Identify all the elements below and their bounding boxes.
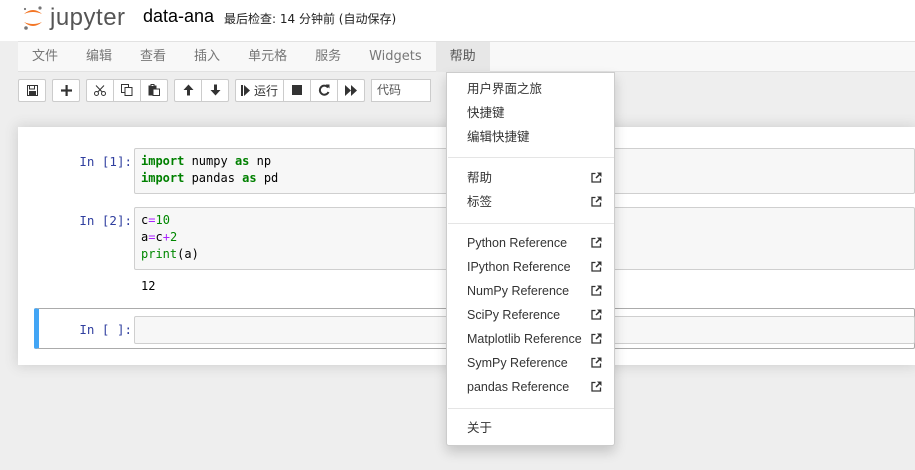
help-menu-item-label: Matplotlib Reference	[467, 332, 582, 346]
code-token: as	[234, 154, 250, 168]
external-link-icon	[591, 333, 602, 344]
jupyter-logo[interactable]: jupyter	[22, 4, 126, 32]
help-menu-item[interactable]: SciPy Reference	[447, 304, 614, 326]
menu-cell[interactable]: 单元格	[234, 42, 301, 72]
paste-icon	[148, 84, 160, 96]
jupyter-logo-icon	[23, 6, 42, 30]
refresh-icon	[318, 84, 330, 96]
help-menu-item[interactable]: 标签	[447, 191, 614, 213]
input-prompt: In [1]:	[79, 154, 132, 169]
step-forward-icon	[241, 84, 250, 96]
help-menu-item[interactable]: pandas Reference	[447, 376, 614, 398]
scissors-icon	[94, 84, 106, 96]
help-menu-item[interactable]: SymPy Reference	[447, 352, 614, 374]
menu-insert[interactable]: 插入	[180, 42, 234, 72]
fast-forward-icon	[345, 84, 358, 96]
menu-widgets[interactable]: Widgets	[355, 42, 436, 72]
menubar: 文件 编辑 查看 插入 单元格 服务 Widgets 帮助	[18, 41, 915, 72]
menu-help[interactable]: 帮助	[435, 42, 490, 72]
menu-divider	[448, 408, 614, 409]
external-link-icon	[591, 196, 602, 207]
code-token: +	[162, 230, 170, 244]
input-prompt: In [ ]:	[79, 322, 132, 337]
code-token: print	[141, 247, 178, 261]
code-token: c	[155, 230, 163, 244]
stop-icon	[292, 85, 303, 95]
checkpoint-status: 最后检查: 14 分钟前 (自动保存)	[224, 12, 397, 26]
external-link-icon	[591, 237, 602, 248]
restart-button[interactable]	[310, 78, 339, 102]
notebook-name[interactable]: data-ana	[143, 6, 214, 27]
logo-text: jupyter	[50, 4, 126, 31]
help-menu-item[interactable]: Matplotlib Reference	[447, 328, 614, 350]
help-menu-item[interactable]: NumPy Reference	[447, 280, 614, 302]
interrupt-button[interactable]	[283, 78, 312, 102]
external-link-icon	[591, 285, 602, 296]
code-token: (a)	[177, 247, 199, 261]
help-menu-item[interactable]: IPython Reference	[447, 256, 614, 278]
help-menu-item[interactable]: 快捷键	[447, 102, 614, 124]
cell-type-select[interactable]: 代码	[371, 78, 432, 102]
arrow-down-icon	[210, 84, 220, 96]
move-up-button[interactable]	[174, 78, 202, 102]
help-menu-item-label: 快捷键	[467, 106, 505, 120]
code-token: pd	[256, 171, 279, 185]
insert-cell-button[interactable]	[52, 78, 80, 102]
save-icon	[26, 84, 38, 96]
help-menu-item[interactable]: 编辑快捷键	[447, 126, 614, 148]
help-menu-item-label: 用户界面之旅	[467, 82, 543, 96]
restart-run-all-button[interactable]	[337, 78, 366, 102]
help-menu-item-label: 编辑快捷键	[467, 130, 530, 144]
help-menu-item-label: 帮助	[467, 171, 493, 185]
toolbar: 运行 代码	[18, 78, 432, 102]
menu-view[interactable]: 查看	[126, 42, 180, 72]
copy-icon	[121, 84, 133, 96]
code-token: 2	[169, 230, 178, 244]
help-menu-item-label: IPython Reference	[467, 260, 571, 274]
help-menu-item[interactable]: 用户界面之旅	[447, 78, 614, 100]
help-menu-item-label: 标签	[467, 195, 493, 209]
help-menu-item-label: Python Reference	[467, 236, 568, 250]
save-button[interactable]	[18, 78, 46, 102]
external-link-icon	[591, 172, 602, 183]
menu-edit[interactable]: 编辑	[72, 42, 126, 72]
plus-icon	[60, 84, 72, 96]
code-token: pandas	[184, 171, 243, 185]
help-menu-item[interactable]: Python Reference	[447, 232, 614, 254]
menu-file[interactable]: 文件	[18, 42, 72, 72]
help-dropdown-menu: 用户界面之旅 快捷键编辑快捷键帮助标签 Python Reference IPytho…	[446, 72, 615, 446]
help-menu-item-label: SymPy Reference	[467, 356, 568, 370]
external-link-icon	[591, 309, 602, 320]
help-menu-item-label: 关于	[467, 421, 493, 435]
input-prompt: In [2]:	[79, 213, 132, 228]
menu-kernel[interactable]: 服务	[301, 42, 355, 72]
menu-divider	[448, 223, 614, 224]
copy-button[interactable]	[113, 78, 141, 102]
code-token: as	[242, 171, 257, 185]
help-menu-item[interactable]: 帮助	[447, 167, 614, 189]
help-menu-item-label: pandas Reference	[467, 380, 570, 394]
header: jupyter data-ana 最后检查: 14 分钟前 (自动保存)	[0, 0, 915, 41]
cut-button[interactable]	[86, 78, 114, 102]
code-token: 10	[155, 213, 170, 227]
external-link-icon	[591, 357, 602, 368]
external-link-icon	[591, 381, 602, 392]
help-menu-item[interactable]: 关于	[447, 417, 614, 439]
code-token: import	[141, 171, 185, 185]
code-token: numpy	[184, 154, 235, 168]
external-link-icon	[591, 261, 602, 272]
arrow-up-icon	[183, 84, 193, 96]
help-menu-item-label: SciPy Reference	[467, 308, 561, 322]
run-label: 运行	[254, 83, 279, 98]
run-button[interactable]: 运行	[235, 78, 285, 102]
help-menu-item-label: NumPy Reference	[467, 284, 570, 298]
menu-divider	[448, 157, 614, 158]
code-token: np	[249, 154, 272, 168]
code-token: import	[141, 154, 185, 168]
paste-button[interactable]	[140, 78, 168, 102]
cell-output: 12	[141, 279, 156, 293]
move-down-button[interactable]	[201, 78, 229, 102]
